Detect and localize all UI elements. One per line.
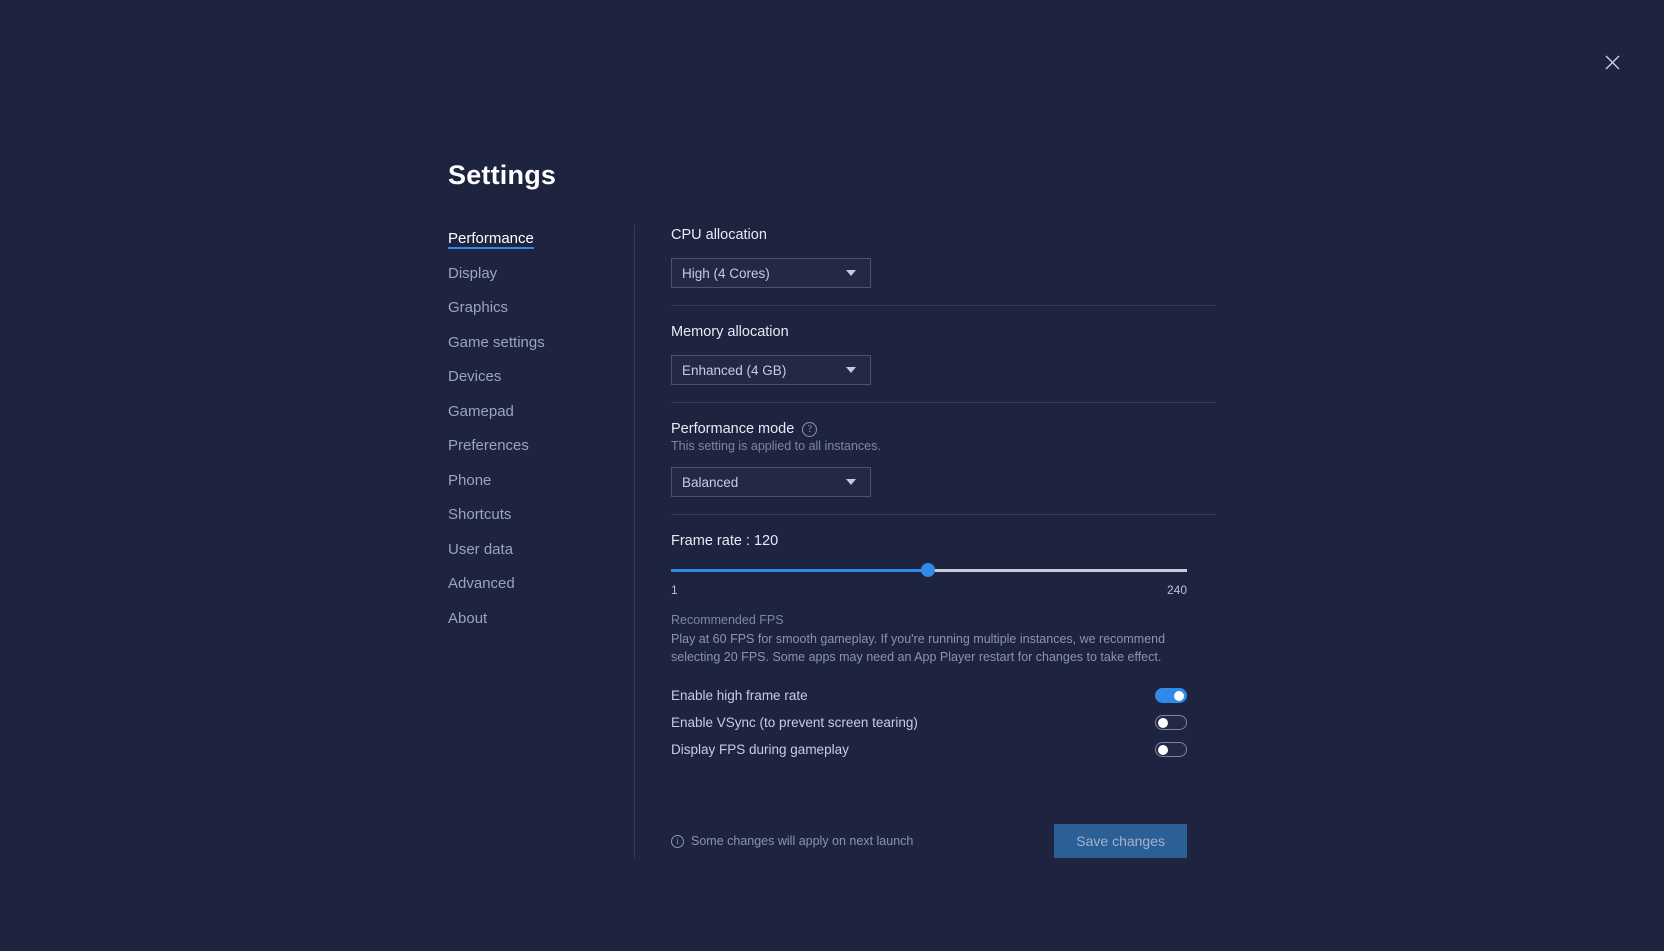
toggle-row-vsync: Enable VSync (to prevent screen tearing) — [671, 709, 1187, 736]
section-performance-mode: Performance mode ? This setting is appli… — [671, 421, 1216, 514]
divider — [671, 514, 1216, 515]
slider-thumb[interactable] — [921, 563, 935, 577]
toggle-row-high-frame-rate: Enable high frame rate — [671, 682, 1187, 709]
chevron-down-icon — [846, 479, 856, 485]
high-frame-rate-label: Enable high frame rate — [671, 688, 808, 703]
sidebar-divider — [634, 225, 635, 858]
chevron-down-icon — [846, 367, 856, 373]
sidebar-item-advanced[interactable]: Advanced — [448, 576, 515, 594]
toggle-knob — [1158, 745, 1168, 755]
settings-content: CPU allocation High (4 Cores) Memory all… — [671, 225, 1216, 858]
sidebar-item-phone[interactable]: Phone — [448, 473, 491, 491]
sidebar-item-graphics[interactable]: Graphics — [448, 300, 508, 318]
performance-mode-description: This setting is applied to all instances… — [671, 439, 1216, 453]
section-cpu-allocation: CPU allocation High (4 Cores) — [671, 227, 1216, 305]
slider-fill — [671, 569, 928, 572]
section-frame-rate: Frame rate : 120 1 240 Recommended FPS P… — [671, 533, 1216, 780]
sidebar-item-display[interactable]: Display — [448, 266, 497, 284]
display-fps-toggle[interactable] — [1155, 742, 1187, 757]
settings-window: Settings Performance Display Graphics Ga… — [0, 0, 1664, 951]
frame-rate-label: Frame rate : 120 — [671, 533, 1216, 549]
settings-sidebar: Performance Display Graphics Game settin… — [448, 225, 634, 645]
display-fps-label: Display FPS during gameplay — [671, 742, 849, 757]
frame-rate-slider[interactable] — [671, 563, 1187, 577]
close-icon[interactable] — [1598, 48, 1626, 76]
vsync-label: Enable VSync (to prevent screen tearing) — [671, 715, 918, 730]
performance-mode-label: Performance mode — [671, 421, 794, 437]
info-icon: i — [671, 835, 684, 848]
settings-dialog: Settings Performance Display Graphics Ga… — [448, 160, 1216, 858]
memory-allocation-value: Enhanced (4 GB) — [682, 363, 786, 378]
sidebar-item-performance[interactable]: Performance — [448, 231, 534, 249]
vsync-toggle[interactable] — [1155, 715, 1187, 730]
cpu-allocation-label: CPU allocation — [671, 227, 1216, 243]
chevron-down-icon — [846, 270, 856, 276]
memory-allocation-label: Memory allocation — [671, 324, 1216, 340]
toggle-row-display-fps: Display FPS during gameplay — [671, 736, 1187, 763]
sidebar-item-about[interactable]: About — [448, 611, 487, 629]
cpu-allocation-select[interactable]: High (4 Cores) — [671, 258, 871, 288]
divider — [671, 402, 1216, 403]
sidebar-item-game-settings[interactable]: Game settings — [448, 335, 545, 353]
memory-allocation-select[interactable]: Enhanced (4 GB) — [671, 355, 871, 385]
recommended-fps-text: Play at 60 FPS for smooth gameplay. If y… — [671, 630, 1181, 666]
toggle-knob — [1158, 718, 1168, 728]
high-frame-rate-toggle[interactable] — [1155, 688, 1187, 703]
performance-mode-value: Balanced — [682, 475, 738, 490]
page-title: Settings — [448, 160, 1216, 191]
sidebar-item-devices[interactable]: Devices — [448, 369, 501, 387]
sidebar-item-user-data[interactable]: User data — [448, 542, 513, 560]
settings-footer: i Some changes will apply on next launch… — [671, 824, 1187, 858]
performance-mode-select[interactable]: Balanced — [671, 467, 871, 497]
cpu-allocation-value: High (4 Cores) — [682, 266, 770, 281]
frame-rate-max-label: 240 — [1167, 583, 1187, 597]
section-memory-allocation: Memory allocation Enhanced (4 GB) — [671, 324, 1216, 402]
sidebar-item-preferences[interactable]: Preferences — [448, 438, 529, 456]
status-text: Some changes will apply on next launch — [691, 834, 913, 848]
save-changes-button[interactable]: Save changes — [1054, 824, 1187, 858]
help-icon[interactable]: ? — [802, 422, 817, 437]
frame-rate-toggles: Enable high frame rate Enable VSync (to … — [671, 682, 1216, 763]
divider — [671, 305, 1216, 306]
sidebar-item-gamepad[interactable]: Gamepad — [448, 404, 514, 422]
toggle-knob — [1174, 691, 1184, 701]
sidebar-item-shortcuts[interactable]: Shortcuts — [448, 507, 511, 525]
frame-rate-min-label: 1 — [671, 583, 678, 597]
status-message: i Some changes will apply on next launch — [671, 834, 913, 848]
recommended-fps-title: Recommended FPS — [671, 613, 1216, 627]
